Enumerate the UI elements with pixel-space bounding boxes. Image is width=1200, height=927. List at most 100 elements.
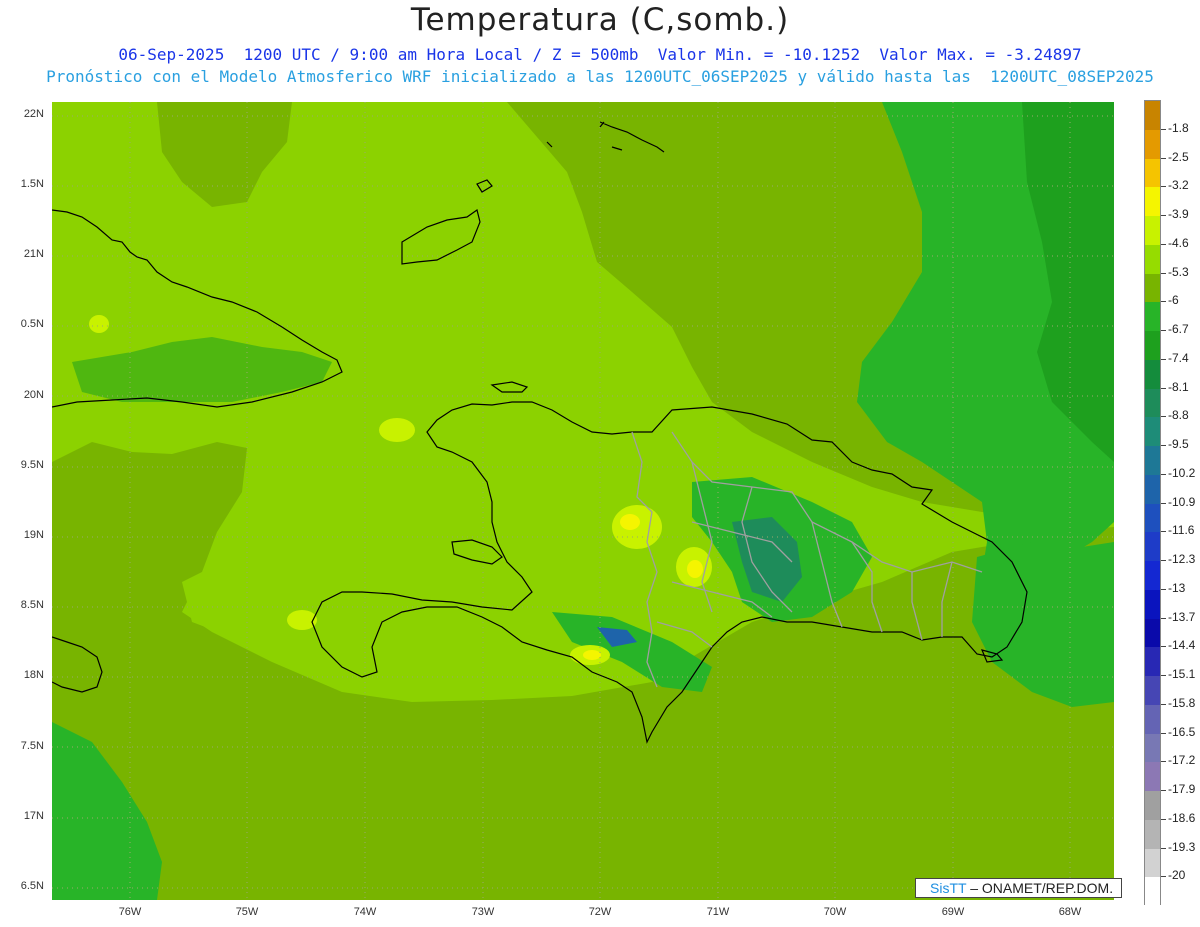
colorbar-label: -1.8	[1168, 120, 1189, 135]
colorbar-label: -4.6	[1168, 235, 1189, 250]
colorbar-label: -12.3	[1168, 552, 1196, 566]
colorbar-tick	[1161, 186, 1166, 188]
colorbar-label: -14.4	[1168, 638, 1196, 653]
lat-label: 21N	[23, 248, 44, 260]
colorbar-segment	[1145, 359, 1160, 389]
lat-label: 6.5N	[20, 880, 44, 892]
colorbar-tick	[1161, 703, 1166, 705]
colorbar-label: -8.8	[1168, 408, 1189, 423]
colorbar	[1144, 100, 1161, 906]
colorbar-segment	[1145, 244, 1160, 274]
colorbar-segment	[1145, 187, 1160, 216]
colorbar-segment	[1145, 273, 1160, 303]
lat-label: 8.5N	[20, 599, 44, 611]
lon-label: 75W	[235, 906, 259, 918]
colorbar-label: -8.1	[1168, 379, 1189, 394]
field-yg-1	[379, 418, 415, 442]
colorbar-segment	[1145, 503, 1160, 533]
colorbar-label: -3.9	[1168, 207, 1189, 221]
lat-label: 7.5N	[20, 740, 44, 752]
colorbar-tick	[1161, 502, 1166, 504]
colorbar-label: -9.5	[1168, 437, 1189, 451]
colorbar-tick	[1161, 732, 1166, 734]
colorbar-tick	[1161, 272, 1166, 274]
colorbar-tick	[1161, 675, 1166, 676]
colorbar-label: -20	[1168, 868, 1186, 883]
colorbar-segment	[1145, 704, 1160, 734]
colorbar-segment	[1145, 417, 1160, 446]
lat-label: 19N	[23, 529, 44, 541]
colorbar-label: -11.6	[1168, 523, 1195, 538]
temperature-map[interactable]	[52, 102, 1114, 900]
lon-label: 72W	[588, 906, 612, 918]
lat-label: 0.5N	[20, 318, 44, 330]
credit-box: SisTT – ONAMET/REP.DOM.	[915, 878, 1122, 898]
colorbar-segment	[1145, 791, 1160, 820]
colorbar-segment	[1145, 388, 1160, 418]
colorbar-label: -15.8	[1168, 695, 1196, 710]
colorbar-tick	[1161, 445, 1166, 446]
colorbar-label: -2.5	[1168, 149, 1189, 164]
colorbar-segment	[1145, 216, 1160, 245]
field-y-3	[583, 650, 601, 660]
lat-label: 17N	[23, 810, 44, 822]
colorbar-segment	[1145, 532, 1160, 561]
colorbar-segment	[1145, 733, 1160, 763]
colorbar-label: -16.5	[1168, 724, 1196, 739]
colorbar-segment	[1145, 762, 1160, 791]
colorbar-label: -6	[1168, 293, 1179, 308]
lat-label: 22N	[23, 108, 44, 120]
colorbar-label: -6.7	[1168, 322, 1189, 336]
field-yg-6	[89, 315, 109, 333]
colorbar-segment	[1145, 561, 1160, 590]
colorbar-segment	[1145, 158, 1160, 188]
lat-label: 20N	[23, 389, 44, 401]
colorbar-label: -17.9	[1168, 782, 1196, 796]
colorbar-tick	[1161, 560, 1166, 561]
colorbar-segment	[1145, 129, 1160, 159]
forecast-valid-line: 06-Sep-2025 1200 UTC / 9:00 am Hora Loca…	[118, 45, 1082, 64]
colorbar-segment	[1145, 848, 1160, 878]
colorbar-tick	[1161, 617, 1166, 619]
colorbar-tick	[1161, 358, 1166, 360]
colorbar-label: -10.2	[1168, 465, 1196, 480]
colorbar-tick	[1161, 330, 1166, 331]
colorbar-tick	[1161, 215, 1166, 216]
colorbar-label: -7.4	[1168, 350, 1189, 365]
colorbar-tick	[1161, 531, 1166, 533]
colorbar-label: -5.3	[1168, 264, 1189, 279]
lon-label: 74W	[353, 906, 377, 918]
lon-label: 69W	[941, 906, 965, 918]
lon-label: 73W	[471, 906, 495, 918]
colorbar-segment	[1145, 676, 1160, 705]
colorbar-tick	[1161, 301, 1166, 303]
field-y-2	[687, 560, 703, 578]
colorbar-tick	[1161, 790, 1166, 791]
colorbar-tick	[1161, 847, 1166, 849]
colorbar-label: -15.1	[1168, 667, 1196, 681]
lon-label: 68W	[1058, 906, 1082, 918]
colorbar-segment	[1145, 331, 1160, 360]
colorbar-segment	[1145, 302, 1160, 331]
colorbar-tick	[1161, 761, 1166, 763]
colorbar-tick	[1161, 473, 1166, 475]
colorbar-label: -19.3	[1168, 839, 1196, 854]
colorbar-tick	[1161, 243, 1166, 245]
colorbar-tick	[1161, 818, 1166, 820]
colorbar-label: -10.9	[1168, 494, 1196, 509]
colorbar-tick	[1161, 387, 1166, 389]
colorbar-segment	[1145, 101, 1160, 130]
colorbar-label: -17.2	[1168, 753, 1196, 768]
colorbar-tick	[1161, 128, 1166, 130]
credit-text: – ONAMET/REP.DOM.	[966, 880, 1114, 896]
lon-label: 70W	[823, 906, 847, 918]
colorbar-segment	[1145, 589, 1160, 619]
sistt-logo: SisTT	[930, 880, 967, 896]
map-title: Temperatura (C,somb.)	[410, 2, 790, 38]
colorbar-segment	[1145, 474, 1160, 504]
lon-label: 76W	[118, 906, 142, 918]
colorbar-segment	[1145, 618, 1160, 648]
colorbar-tick	[1161, 876, 1166, 878]
lat-label: 1.5N	[20, 178, 44, 190]
colorbar-label: -3.2	[1168, 178, 1189, 193]
